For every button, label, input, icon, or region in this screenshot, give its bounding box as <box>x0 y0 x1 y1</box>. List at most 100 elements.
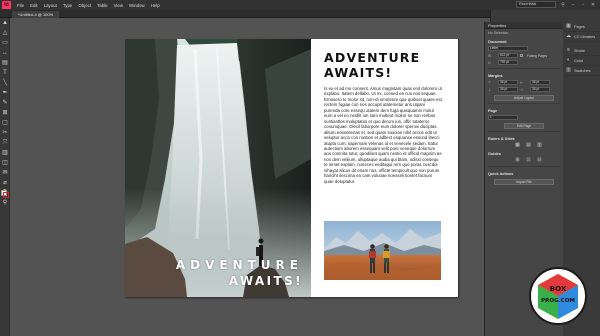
menu-edit[interactable]: Edit <box>30 3 38 8</box>
gradient-swatch-tool-icon[interactable]: ▥ <box>0 148 10 158</box>
close-icon[interactable]: ✕ <box>590 2 596 8</box>
menu-help[interactable]: Help <box>151 3 160 8</box>
panel-item-label: Swatches <box>574 68 591 73</box>
headline-text-frame[interactable]: ADVENTURE AWAITS! <box>324 50 454 80</box>
margin-top-icon: ⊤ <box>488 80 491 85</box>
watermark-line2: PROG.COM <box>541 298 575 304</box>
no-selection-label: No Selection <box>488 31 509 35</box>
pages-icon: ▦ <box>566 23 571 29</box>
menu-table[interactable]: Table <box>97 3 108 8</box>
line-tool-icon[interactable]: ╲ <box>0 78 10 88</box>
panel-item-pages[interactable]: ▦ Pages <box>564 22 600 32</box>
properties-panel-title[interactable]: Properties <box>485 22 563 29</box>
direct-selection-tool-icon[interactable]: △ <box>0 28 10 38</box>
document-preset-select[interactable]: Letter <box>488 46 528 51</box>
show-guides-icon[interactable]: ⊞ <box>515 158 520 163</box>
type-tool-icon[interactable]: T <box>0 68 10 78</box>
workspace-select[interactable]: Essentials <box>516 1 556 8</box>
divider <box>488 166 560 167</box>
gradient-feather-tool-icon[interactable]: ◫ <box>0 158 10 168</box>
headline-line1: ADVENTURE <box>324 50 421 65</box>
eyedropper-tool-icon[interactable]: ⌀ <box>0 178 10 188</box>
document-tab[interactable]: *Untitled-4 @ 100% <box>12 11 60 18</box>
adjust-layout-button[interactable]: Adjust Layout <box>494 95 554 101</box>
selection-tool-icon[interactable]: ▲ <box>0 18 10 28</box>
width-field[interactable]: 612 pt <box>498 53 518 58</box>
document-spread[interactable]: ADVENTURE AWAITS! ADVENTURE AWAITS! Is e… <box>125 39 458 297</box>
rectangle-frame-tool-icon[interactable]: ⊠ <box>0 108 10 118</box>
pencil-tool-icon[interactable]: ✎ <box>0 98 10 108</box>
margin-left-field[interactable]: 36 pt <box>530 80 550 85</box>
divider <box>488 131 560 132</box>
divider <box>488 103 560 104</box>
menu-view[interactable]: View <box>114 3 123 8</box>
zoom-tool-icon[interactable]: ⚲ <box>0 198 10 208</box>
tools-panel: ▲△▭↔▤T╲✒✎⊠▢✂⤧▥◫✉⌀✋⚲ <box>0 18 10 336</box>
hikers-photo[interactable] <box>324 221 441 280</box>
swatches-icon: ▥ <box>566 67 571 73</box>
app-logo: Id <box>2 1 11 9</box>
gap-tool-icon[interactable]: ↔ <box>0 48 10 58</box>
menu-layout[interactable]: Layout <box>44 3 57 8</box>
grid-icon[interactable]: ▤ <box>526 143 531 148</box>
panel-item-stroke[interactable]: ≡ Stroke <box>564 46 600 56</box>
menu-bar: Id File Edit Layout Type Object Table Vi… <box>0 0 600 10</box>
photo-overlay-title-line2[interactable]: AWAITS! <box>229 274 303 288</box>
smart-guides-icon[interactable]: ⊟ <box>537 158 542 163</box>
panel-item-label: CC Libraries <box>574 34 596 39</box>
edit-page-button[interactable]: Edit Page <box>504 123 544 129</box>
watermark-line1: BOX <box>550 285 567 293</box>
baseline-grid-icon[interactable]: ▥ <box>537 143 542 148</box>
ruler-icon[interactable]: ▦ <box>515 143 520 148</box>
photo-overlay-title-line1[interactable]: ADVENTURE <box>176 258 303 272</box>
free-transform-tool-icon[interactable]: ⤧ <box>0 138 10 148</box>
panel-item-label: Stroke <box>574 48 585 53</box>
scissors-tool-icon[interactable]: ✂ <box>0 128 10 138</box>
facing-pages-checkbox[interactable] <box>520 54 523 57</box>
panel-item-label: Pages <box>574 24 585 29</box>
margin-right-icon: ⊣ <box>520 87 523 92</box>
rulers-section-title: Rulers & Grids <box>488 137 515 141</box>
document-section-title: Document <box>488 40 507 44</box>
height-label: H <box>488 60 491 65</box>
width-label: W <box>488 53 492 58</box>
panel-item-swatches[interactable]: ▥ Swatches <box>564 66 600 76</box>
rectangle-tool-icon[interactable]: ▢ <box>0 118 10 128</box>
panel-list: ▦ Pages ☁ CC Libraries ≡ Stroke ◐ Color … <box>564 22 600 76</box>
menu-file[interactable]: File <box>17 3 24 8</box>
panel-item-cc-libraries[interactable]: ☁ CC Libraries <box>564 32 600 42</box>
waterfall-photo[interactable]: ADVENTURE AWAITS! <box>125 39 311 297</box>
guides-section-title: Guides <box>488 152 501 156</box>
margin-bottom-icon: ⊥ <box>488 87 491 92</box>
facing-pages-label: Facing Pages <box>527 53 548 58</box>
quick-actions-title: Quick Actions <box>488 172 514 176</box>
page-section-title: Page <box>488 109 498 113</box>
margin-right-field[interactable]: 36 pt <box>530 87 550 92</box>
body-text-frame[interactable]: Is ex et ad mo consent. Amus magnitam qu… <box>324 86 442 184</box>
note-tool-icon[interactable]: ✉ <box>0 168 10 178</box>
panel-item-color[interactable]: ◐ Color <box>564 56 600 66</box>
page-tool-icon[interactable]: ▭ <box>0 38 10 48</box>
margin-bottom-field[interactable]: 36 pt <box>498 87 518 92</box>
cc-libraries-icon: ☁ <box>566 33 571 39</box>
margins-section-title: Margins <box>488 74 503 78</box>
search-icon[interactable]: ⚲ <box>560 2 566 8</box>
minimize-icon[interactable]: – <box>570 2 576 8</box>
menu-object[interactable]: Object <box>78 3 91 8</box>
margin-left-icon: ⊢ <box>520 80 523 85</box>
pen-tool-icon[interactable]: ✒ <box>0 88 10 98</box>
margin-top-field[interactable]: 36 pt <box>498 80 518 85</box>
height-field[interactable]: 792 pt <box>498 60 518 65</box>
color-icon: ◐ <box>566 57 571 63</box>
maximize-icon[interactable]: ▫ <box>580 2 586 8</box>
lock-guides-icon[interactable]: ⊡ <box>526 158 531 163</box>
import-file-button[interactable]: Import File <box>494 179 554 185</box>
watermark-logo: BOX PROG.COM <box>528 266 588 326</box>
content-collector-tool-icon[interactable]: ▤ <box>0 58 10 68</box>
menu-window[interactable]: Window <box>129 3 145 8</box>
menu-type[interactable]: Type <box>63 3 73 8</box>
panel-item-label: Color <box>574 58 584 63</box>
page-select[interactable]: 1 <box>488 115 518 120</box>
stroke-swatch[interactable] <box>3 192 9 198</box>
headline-line2: AWAITS! <box>324 64 393 80</box>
